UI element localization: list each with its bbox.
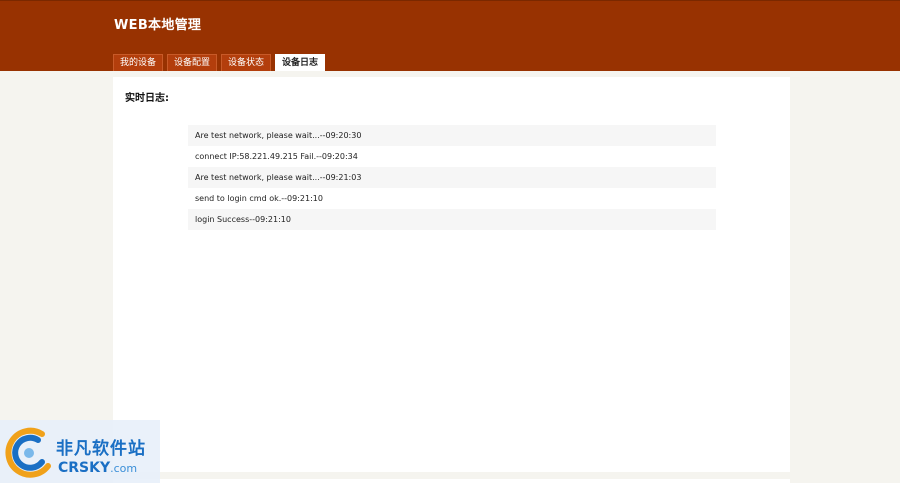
watermark-en-text: CRSKY.com <box>58 460 137 476</box>
watermark-en-main: CRSKY <box>58 460 111 476</box>
log-line: send to login cmd ok.--09:21:10 <box>195 194 323 203</box>
watermark-cn-text: 非凡软件站 <box>56 439 146 459</box>
log-line: login Success--09:21:10 <box>188 209 716 230</box>
watermark: 非凡软件站 CRSKY.com <box>0 420 160 483</box>
crsky-logo-icon <box>5 427 51 478</box>
tab-device-status[interactable]: 设备状态 <box>221 54 272 71</box>
log-line: Are test network, please wait...--09:21:… <box>188 167 716 188</box>
tab-device-log[interactable]: 设备日志 <box>275 54 326 71</box>
tab-device-config[interactable]: 设备配置 <box>167 54 218 71</box>
section-title: 实时日志: <box>125 93 169 104</box>
tab-my-devices[interactable]: 我的设备 <box>113 54 164 71</box>
footer-strip <box>113 479 790 483</box>
header-bar: WEB本地管理 我的设备 设备配置 设备状态 设备日志 <box>0 0 900 71</box>
main-panel: 实时日志: Are test network, please wait...--… <box>113 77 790 472</box>
app-title: WEB本地管理 <box>114 18 202 33</box>
tab-bar: 我的设备 设备配置 设备状态 设备日志 <box>113 54 326 71</box>
watermark-en-suffix: .com <box>110 462 138 475</box>
log-line: connect IP:58.221.49.215 Fail.--09:20:34 <box>195 152 358 161</box>
log-line: Are test network, please wait...--09:20:… <box>188 125 716 146</box>
log-list: Are test network, please wait...--09:20:… <box>188 125 716 230</box>
